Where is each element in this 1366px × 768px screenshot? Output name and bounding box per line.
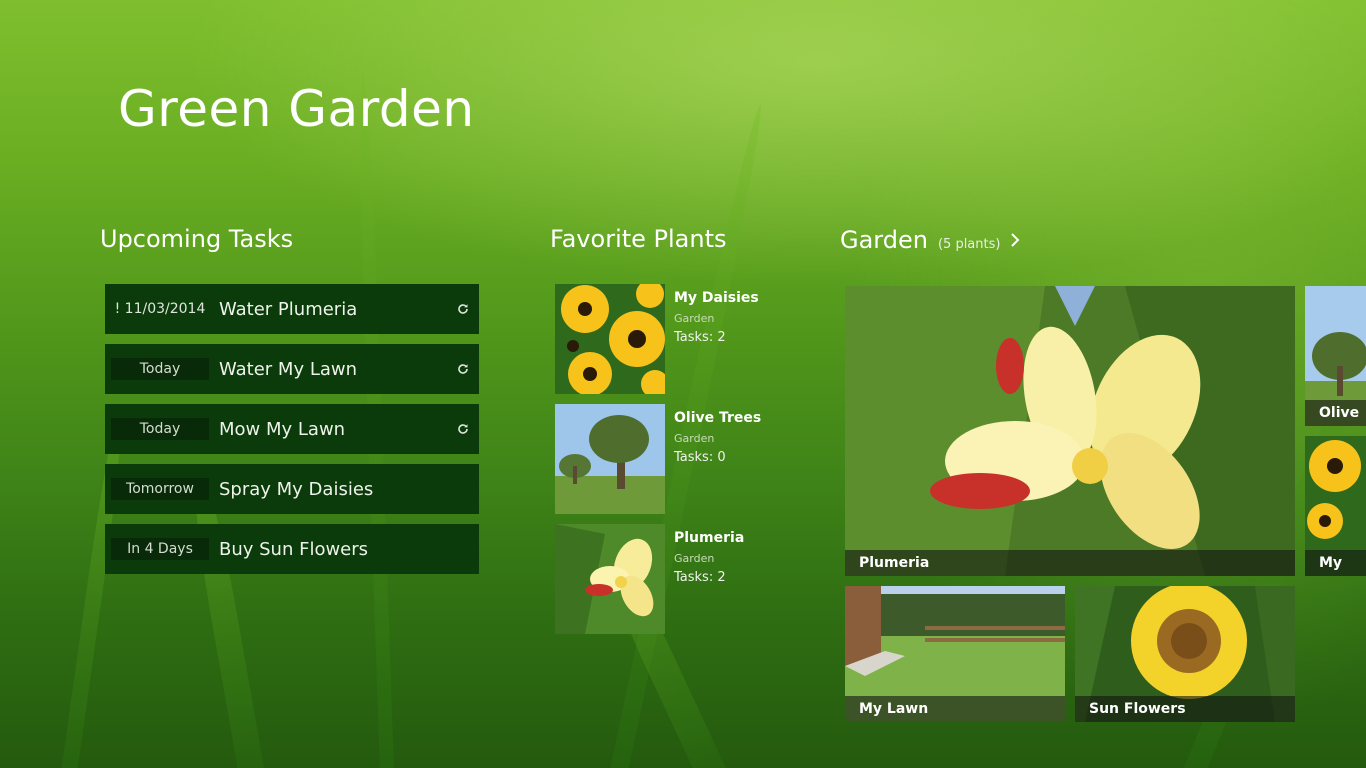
repeat-icon	[458, 424, 468, 434]
tile-caption: Plumeria	[845, 550, 1295, 576]
daisies-photo	[555, 284, 665, 394]
task-due-date: Tomorrow	[111, 478, 209, 500]
task-item[interactable]: Today Mow My Lawn	[105, 404, 479, 454]
tile-caption: My Dai	[1305, 550, 1366, 576]
plumeria-photo	[555, 524, 665, 634]
task-name: Mow My Lawn	[219, 418, 346, 440]
garden-heading: Garden	[840, 226, 928, 254]
chevron-right-icon	[1011, 233, 1020, 247]
task-list: ! 11/03/2014 Water Plumeria Today Water …	[105, 284, 479, 584]
task-name: Water Plumeria	[219, 298, 358, 320]
garden-tile-olive-trees[interactable]: Olive Tr	[1305, 286, 1366, 426]
repeat-icon	[458, 364, 468, 374]
garden-tile-my-daisies[interactable]: My Dai	[1305, 436, 1366, 576]
task-due-date: Today	[111, 418, 209, 440]
tile-caption: Olive Tr	[1305, 400, 1366, 426]
garden-tile-plumeria[interactable]: Plumeria	[845, 286, 1295, 576]
plant-location: Garden	[674, 312, 715, 325]
task-item[interactable]: In 4 Days Buy Sun Flowers	[105, 524, 479, 574]
plant-name: Plumeria	[674, 530, 745, 546]
plant-location: Garden	[674, 552, 715, 565]
repeat-icon	[458, 304, 468, 314]
tile-caption: Sun Flowers	[1075, 696, 1295, 722]
garden-plant-count: (5 plants)	[937, 237, 1001, 252]
upcoming-tasks-heading[interactable]: Upcoming Tasks	[100, 225, 293, 253]
favorite-plant-item[interactable]: Olive Trees Garden Tasks: 0	[555, 404, 805, 514]
app-title: Green Garden	[118, 80, 475, 138]
plant-task-count: Tasks: 2	[674, 330, 726, 345]
plant-task-count: Tasks: 0	[674, 450, 726, 465]
plant-location: Garden	[674, 432, 715, 445]
garden-tile-my-lawn[interactable]: My Lawn	[845, 586, 1065, 722]
task-item[interactable]: Today Water My Lawn	[105, 344, 479, 394]
olive-trees-photo	[555, 404, 665, 514]
tile-caption: My Lawn	[845, 696, 1065, 722]
plant-name: My Daisies	[674, 290, 759, 306]
task-name: Water My Lawn	[219, 358, 358, 380]
task-due-date: ! 11/03/2014	[114, 301, 206, 317]
task-due-date: Today	[111, 358, 209, 380]
favorite-plants-heading[interactable]: Favorite Plants	[550, 225, 727, 253]
task-name: Buy Sun Flowers	[219, 538, 369, 560]
favorites-list: My Daisies Garden Tasks: 2 Olive Trees G…	[555, 284, 805, 644]
garden-tile-sun-flowers[interactable]: Sun Flowers	[1075, 586, 1295, 722]
task-item[interactable]: Tomorrow Spray My Daisies	[105, 464, 479, 514]
favorite-plant-item[interactable]: My Daisies Garden Tasks: 2	[555, 284, 805, 394]
task-due-date: In 4 Days	[111, 538, 209, 560]
favorite-plant-item[interactable]: Plumeria Garden Tasks: 2	[555, 524, 805, 634]
plant-name: Olive Trees	[674, 410, 762, 426]
task-name: Spray My Daisies	[219, 478, 374, 500]
plant-task-count: Tasks: 2	[674, 570, 726, 585]
plumeria-photo	[845, 286, 1295, 576]
garden-header[interactable]: Garden (5 plants)	[840, 226, 1020, 254]
task-item[interactable]: ! 11/03/2014 Water Plumeria	[105, 284, 479, 334]
